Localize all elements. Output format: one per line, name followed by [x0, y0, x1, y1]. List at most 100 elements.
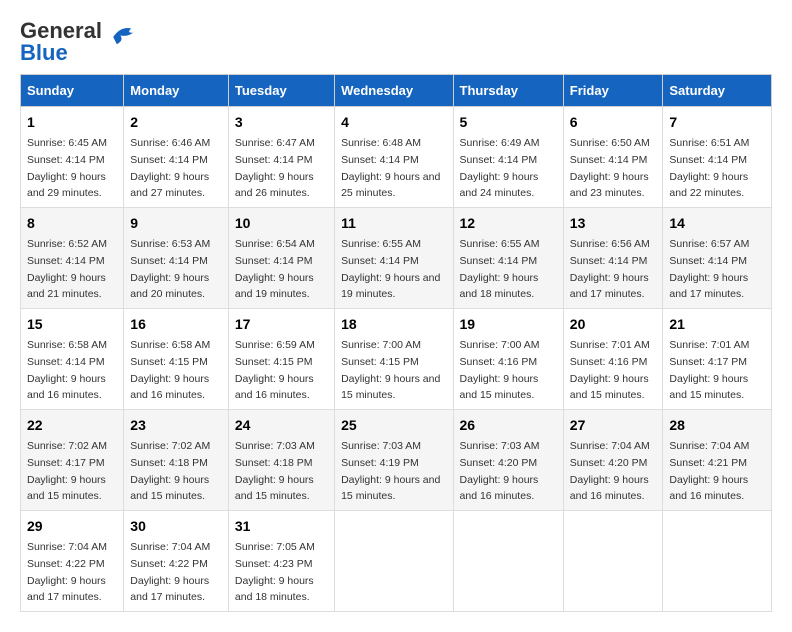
- day-daylight: Daylight: 9 hours and 16 minutes.: [669, 474, 748, 503]
- day-sunset: Sunset: 4:14 PM: [341, 154, 419, 166]
- day-daylight: Daylight: 9 hours and 15 minutes.: [570, 373, 649, 402]
- day-sunset: Sunset: 4:14 PM: [341, 255, 419, 267]
- day-daylight: Daylight: 9 hours and 18 minutes.: [460, 272, 539, 301]
- day-sunrise: Sunrise: 6:59 AM: [235, 339, 315, 351]
- day-number: 1: [27, 112, 117, 133]
- day-sunset: Sunset: 4:14 PM: [130, 154, 208, 166]
- day-sunset: Sunset: 4:15 PM: [235, 356, 313, 368]
- day-daylight: Daylight: 9 hours and 15 minutes.: [235, 474, 314, 503]
- weekday-header-sunday: Sunday: [21, 75, 124, 107]
- calendar-cell: 21 Sunrise: 7:01 AM Sunset: 4:17 PM Dayl…: [663, 309, 772, 410]
- logo: General Blue: [20, 20, 142, 64]
- weekday-header-friday: Friday: [563, 75, 663, 107]
- calendar-cell: 18 Sunrise: 7:00 AM Sunset: 4:15 PM Dayl…: [335, 309, 453, 410]
- day-number: 30: [130, 516, 222, 537]
- day-sunset: Sunset: 4:17 PM: [27, 457, 105, 469]
- day-sunset: Sunset: 4:14 PM: [570, 255, 648, 267]
- day-number: 27: [570, 415, 657, 436]
- day-daylight: Daylight: 9 hours and 17 minutes.: [669, 272, 748, 301]
- calendar-cell: 25 Sunrise: 7:03 AM Sunset: 4:19 PM Dayl…: [335, 410, 453, 511]
- day-daylight: Daylight: 9 hours and 16 minutes.: [570, 474, 649, 503]
- day-sunrise: Sunrise: 6:45 AM: [27, 137, 107, 149]
- day-daylight: Daylight: 9 hours and 23 minutes.: [570, 171, 649, 200]
- day-number: 18: [341, 314, 446, 335]
- day-daylight: Daylight: 9 hours and 20 minutes.: [130, 272, 209, 301]
- calendar-cell: [563, 511, 663, 612]
- calendar-cell: 17 Sunrise: 6:59 AM Sunset: 4:15 PM Dayl…: [228, 309, 334, 410]
- day-number: 7: [669, 112, 765, 133]
- day-sunset: Sunset: 4:14 PM: [130, 255, 208, 267]
- day-sunset: Sunset: 4:20 PM: [460, 457, 538, 469]
- day-sunrise: Sunrise: 6:53 AM: [130, 238, 210, 250]
- calendar-cell: 2 Sunrise: 6:46 AM Sunset: 4:14 PM Dayli…: [124, 107, 229, 208]
- day-daylight: Daylight: 9 hours and 27 minutes.: [130, 171, 209, 200]
- calendar-cell: 5 Sunrise: 6:49 AM Sunset: 4:14 PM Dayli…: [453, 107, 563, 208]
- weekday-header-monday: Monday: [124, 75, 229, 107]
- day-sunset: Sunset: 4:20 PM: [570, 457, 648, 469]
- day-sunrise: Sunrise: 6:56 AM: [570, 238, 650, 250]
- calendar-cell: 6 Sunrise: 6:50 AM Sunset: 4:14 PM Dayli…: [563, 107, 663, 208]
- day-daylight: Daylight: 9 hours and 17 minutes.: [570, 272, 649, 301]
- day-sunset: Sunset: 4:22 PM: [27, 558, 105, 570]
- day-sunrise: Sunrise: 6:58 AM: [130, 339, 210, 351]
- day-number: 22: [27, 415, 117, 436]
- day-sunset: Sunset: 4:14 PM: [460, 255, 538, 267]
- day-sunset: Sunset: 4:14 PM: [27, 154, 105, 166]
- day-number: 23: [130, 415, 222, 436]
- calendar-week-2: 8 Sunrise: 6:52 AM Sunset: 4:14 PM Dayli…: [21, 208, 772, 309]
- day-sunset: Sunset: 4:14 PM: [235, 255, 313, 267]
- calendar-cell: 9 Sunrise: 6:53 AM Sunset: 4:14 PM Dayli…: [124, 208, 229, 309]
- day-number: 16: [130, 314, 222, 335]
- day-number: 15: [27, 314, 117, 335]
- day-daylight: Daylight: 9 hours and 16 minutes.: [235, 373, 314, 402]
- day-sunrise: Sunrise: 6:49 AM: [460, 137, 540, 149]
- day-sunrise: Sunrise: 7:03 AM: [460, 440, 540, 452]
- calendar-cell: 31 Sunrise: 7:05 AM Sunset: 4:23 PM Dayl…: [228, 511, 334, 612]
- day-sunset: Sunset: 4:15 PM: [341, 356, 419, 368]
- calendar-cell: 8 Sunrise: 6:52 AM Sunset: 4:14 PM Dayli…: [21, 208, 124, 309]
- day-daylight: Daylight: 9 hours and 29 minutes.: [27, 171, 106, 200]
- day-sunrise: Sunrise: 7:04 AM: [669, 440, 749, 452]
- day-number: 26: [460, 415, 557, 436]
- day-sunset: Sunset: 4:14 PM: [570, 154, 648, 166]
- day-sunset: Sunset: 4:14 PM: [27, 356, 105, 368]
- day-sunrise: Sunrise: 6:46 AM: [130, 137, 210, 149]
- day-number: 14: [669, 213, 765, 234]
- day-sunset: Sunset: 4:21 PM: [669, 457, 747, 469]
- calendar-cell: 24 Sunrise: 7:03 AM Sunset: 4:18 PM Dayl…: [228, 410, 334, 511]
- day-number: 10: [235, 213, 328, 234]
- calendar-cell: 22 Sunrise: 7:02 AM Sunset: 4:17 PM Dayl…: [21, 410, 124, 511]
- logo-bird-icon: [106, 19, 142, 55]
- day-number: 24: [235, 415, 328, 436]
- day-sunrise: Sunrise: 7:01 AM: [570, 339, 650, 351]
- calendar-cell: [335, 511, 453, 612]
- day-sunrise: Sunrise: 7:05 AM: [235, 541, 315, 553]
- day-daylight: Daylight: 9 hours and 17 minutes.: [27, 575, 106, 604]
- day-number: 8: [27, 213, 117, 234]
- day-number: 5: [460, 112, 557, 133]
- day-sunset: Sunset: 4:14 PM: [235, 154, 313, 166]
- calendar-cell: 11 Sunrise: 6:55 AM Sunset: 4:14 PM Dayl…: [335, 208, 453, 309]
- calendar-cell: 7 Sunrise: 6:51 AM Sunset: 4:14 PM Dayli…: [663, 107, 772, 208]
- day-sunrise: Sunrise: 6:52 AM: [27, 238, 107, 250]
- day-daylight: Daylight: 9 hours and 16 minutes.: [27, 373, 106, 402]
- day-sunset: Sunset: 4:19 PM: [341, 457, 419, 469]
- day-daylight: Daylight: 9 hours and 15 minutes.: [130, 474, 209, 503]
- day-sunrise: Sunrise: 6:57 AM: [669, 238, 749, 250]
- day-sunrise: Sunrise: 6:55 AM: [341, 238, 421, 250]
- day-daylight: Daylight: 9 hours and 15 minutes.: [341, 474, 440, 503]
- day-sunrise: Sunrise: 7:00 AM: [341, 339, 421, 351]
- day-sunrise: Sunrise: 7:01 AM: [669, 339, 749, 351]
- day-number: 2: [130, 112, 222, 133]
- calendar-cell: 26 Sunrise: 7:03 AM Sunset: 4:20 PM Dayl…: [453, 410, 563, 511]
- logo-text: General Blue: [20, 20, 102, 64]
- day-sunset: Sunset: 4:22 PM: [130, 558, 208, 570]
- calendar-cell: 1 Sunrise: 6:45 AM Sunset: 4:14 PM Dayli…: [21, 107, 124, 208]
- day-sunrise: Sunrise: 6:54 AM: [235, 238, 315, 250]
- day-daylight: Daylight: 9 hours and 25 minutes.: [341, 171, 440, 200]
- day-sunset: Sunset: 4:18 PM: [235, 457, 313, 469]
- day-sunset: Sunset: 4:17 PM: [669, 356, 747, 368]
- weekday-header-saturday: Saturday: [663, 75, 772, 107]
- calendar-cell: 12 Sunrise: 6:55 AM Sunset: 4:14 PM Dayl…: [453, 208, 563, 309]
- calendar-week-3: 15 Sunrise: 6:58 AM Sunset: 4:14 PM Dayl…: [21, 309, 772, 410]
